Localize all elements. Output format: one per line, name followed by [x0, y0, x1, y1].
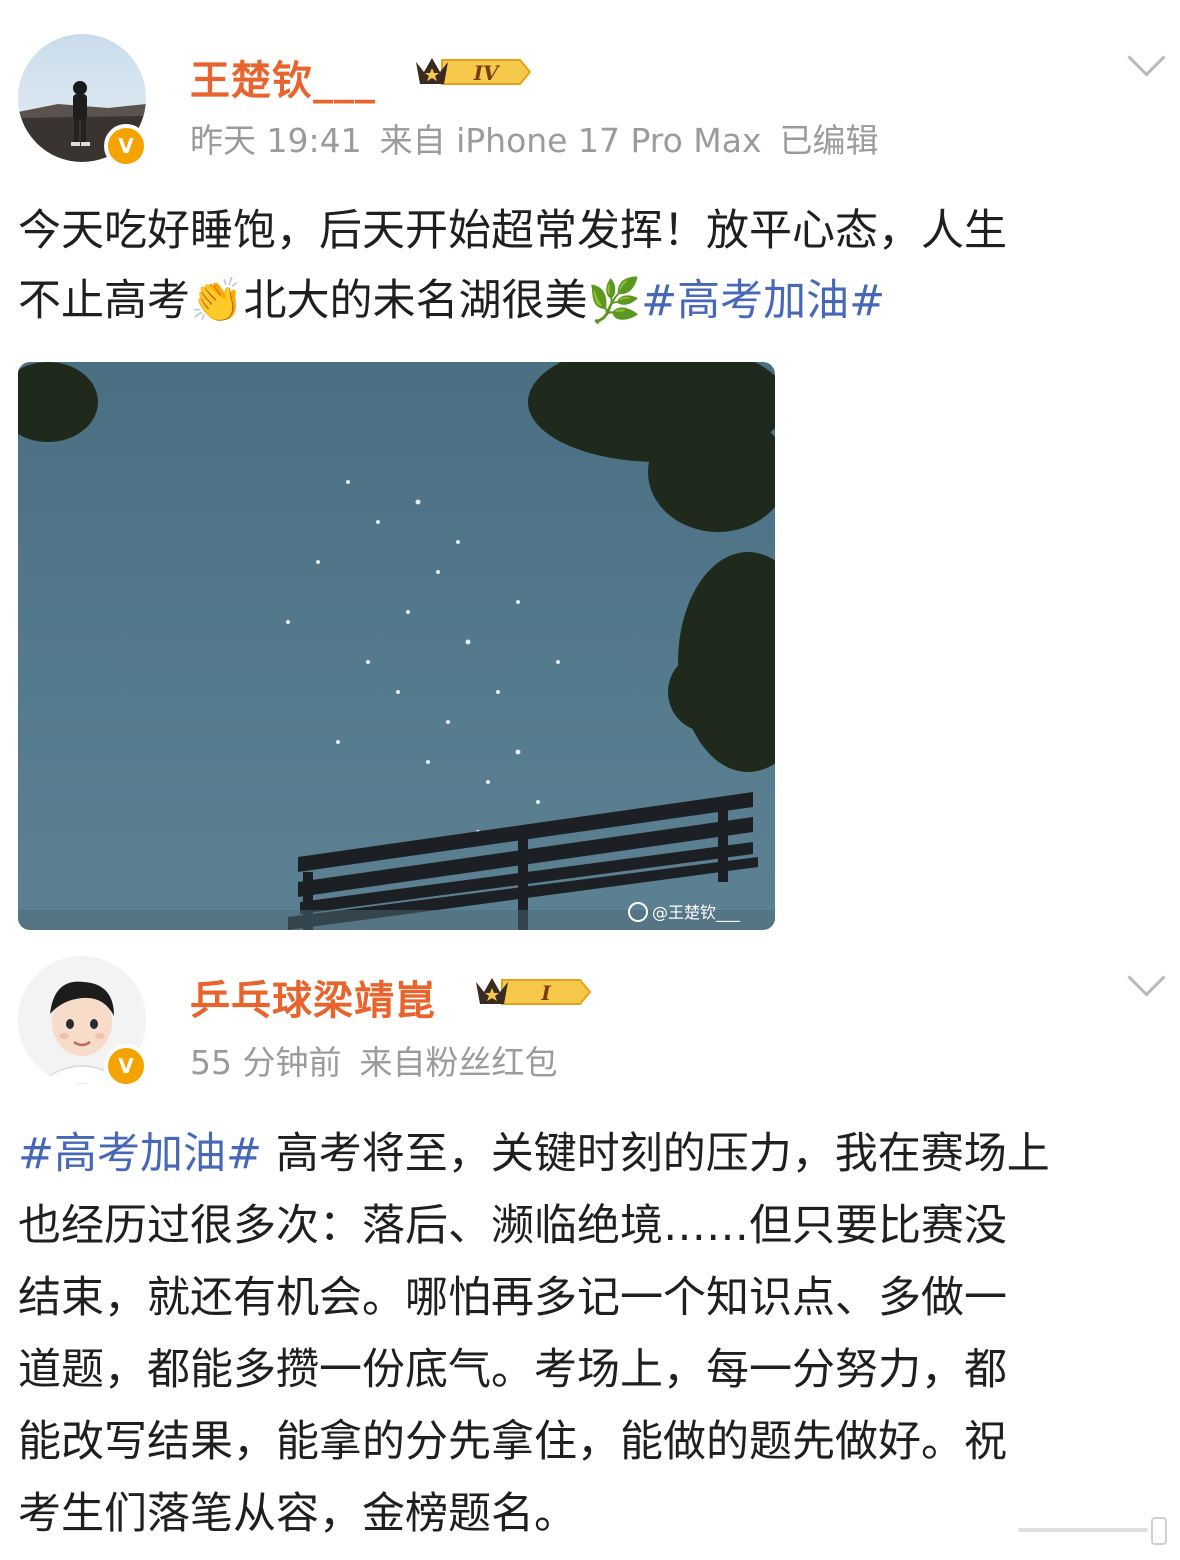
post-text-line: 也经历过很多次：落后、濒临绝境……但只要比赛没 — [18, 1201, 1007, 1251]
level-label: IV — [473, 61, 501, 85]
post-text-line: 不止高考👏北大的未名湖很美🌿#高考加油# — [18, 266, 1168, 336]
username[interactable]: 王楚钦___ — [190, 48, 376, 106]
post-source[interactable]: 来自 iPhone 17 Pro Max — [380, 121, 762, 160]
post-meta: 昨天 19:41 来自 iPhone 17 Pro Max 已编辑 — [190, 114, 897, 162]
post-text-line: 今天吃好睡饱，后天开始超常发挥！放平心态，人生 — [18, 206, 1007, 256]
edited-label: 已编辑 — [779, 121, 879, 160]
herb-emoji-icon: 🌿 — [587, 276, 642, 326]
hashtag-link[interactable]: #高考加油# — [18, 1129, 262, 1179]
post-source[interactable]: 来自粉丝红包 — [359, 1043, 557, 1082]
crown-level-icon[interactable]: I — [472, 970, 592, 1014]
username[interactable]: 乒乓球梁靖崑 — [190, 968, 436, 1026]
crown-level-icon[interactable]: IV — [412, 50, 532, 94]
scroll-indicator — [1018, 1517, 1167, 1545]
chevron-down-icon[interactable] — [1127, 38, 1166, 77]
post-text-line: #高考加油# 高考将至，关键时刻的压力，我在赛场上 — [18, 1118, 1168, 1190]
verified-badge-icon: V — [104, 124, 148, 168]
clap-emoji-icon: 👏 — [190, 276, 244, 326]
post-time: 昨天 19:41 — [190, 121, 362, 160]
post-meta: 55 分钟前 来自粉丝红包 — [190, 1036, 575, 1084]
verified-badge-icon: V — [104, 1044, 148, 1088]
chevron-down-icon[interactable] — [1127, 958, 1166, 997]
post-text-line: 结束，就还有机会。哪怕再多记一个知识点、多做一 — [18, 1273, 1007, 1323]
hashtag-link[interactable]: #高考加油# — [641, 276, 885, 326]
post-text-line: 道题，都能多攒一份底气。考场上，每一分努力，都 — [18, 1345, 1007, 1395]
post-time: 55 分钟前 — [190, 1043, 342, 1082]
post-text: #高考加油# 高考将至，关键时刻的压力，我在赛场上 也经历过很多次：落后、濒临绝… — [18, 1118, 1168, 1550]
post-text-segment: 北大的未名湖很美 — [243, 276, 588, 326]
post-image[interactable]: @王楚钦___ — [18, 362, 775, 930]
post-text-line: 能改写结果，能拿的分先拿住，能做的题先做好。祝 — [18, 1417, 1007, 1467]
post-text-segment: 不止高考 — [18, 276, 190, 326]
post-text-segment: 高考将至，关键时刻的压力，我在赛场上 — [262, 1129, 1050, 1179]
post-text: 今天吃好睡饱，后天开始超常发挥！放平心态，人生 不止高考👏北大的未名湖很美🌿#高… — [18, 196, 1168, 336]
post-text-line: 考生们落笔从容，金榜题名。 — [18, 1489, 577, 1539]
image-watermark: @王楚钦___ — [652, 903, 741, 923]
level-label: I — [540, 981, 551, 1005]
